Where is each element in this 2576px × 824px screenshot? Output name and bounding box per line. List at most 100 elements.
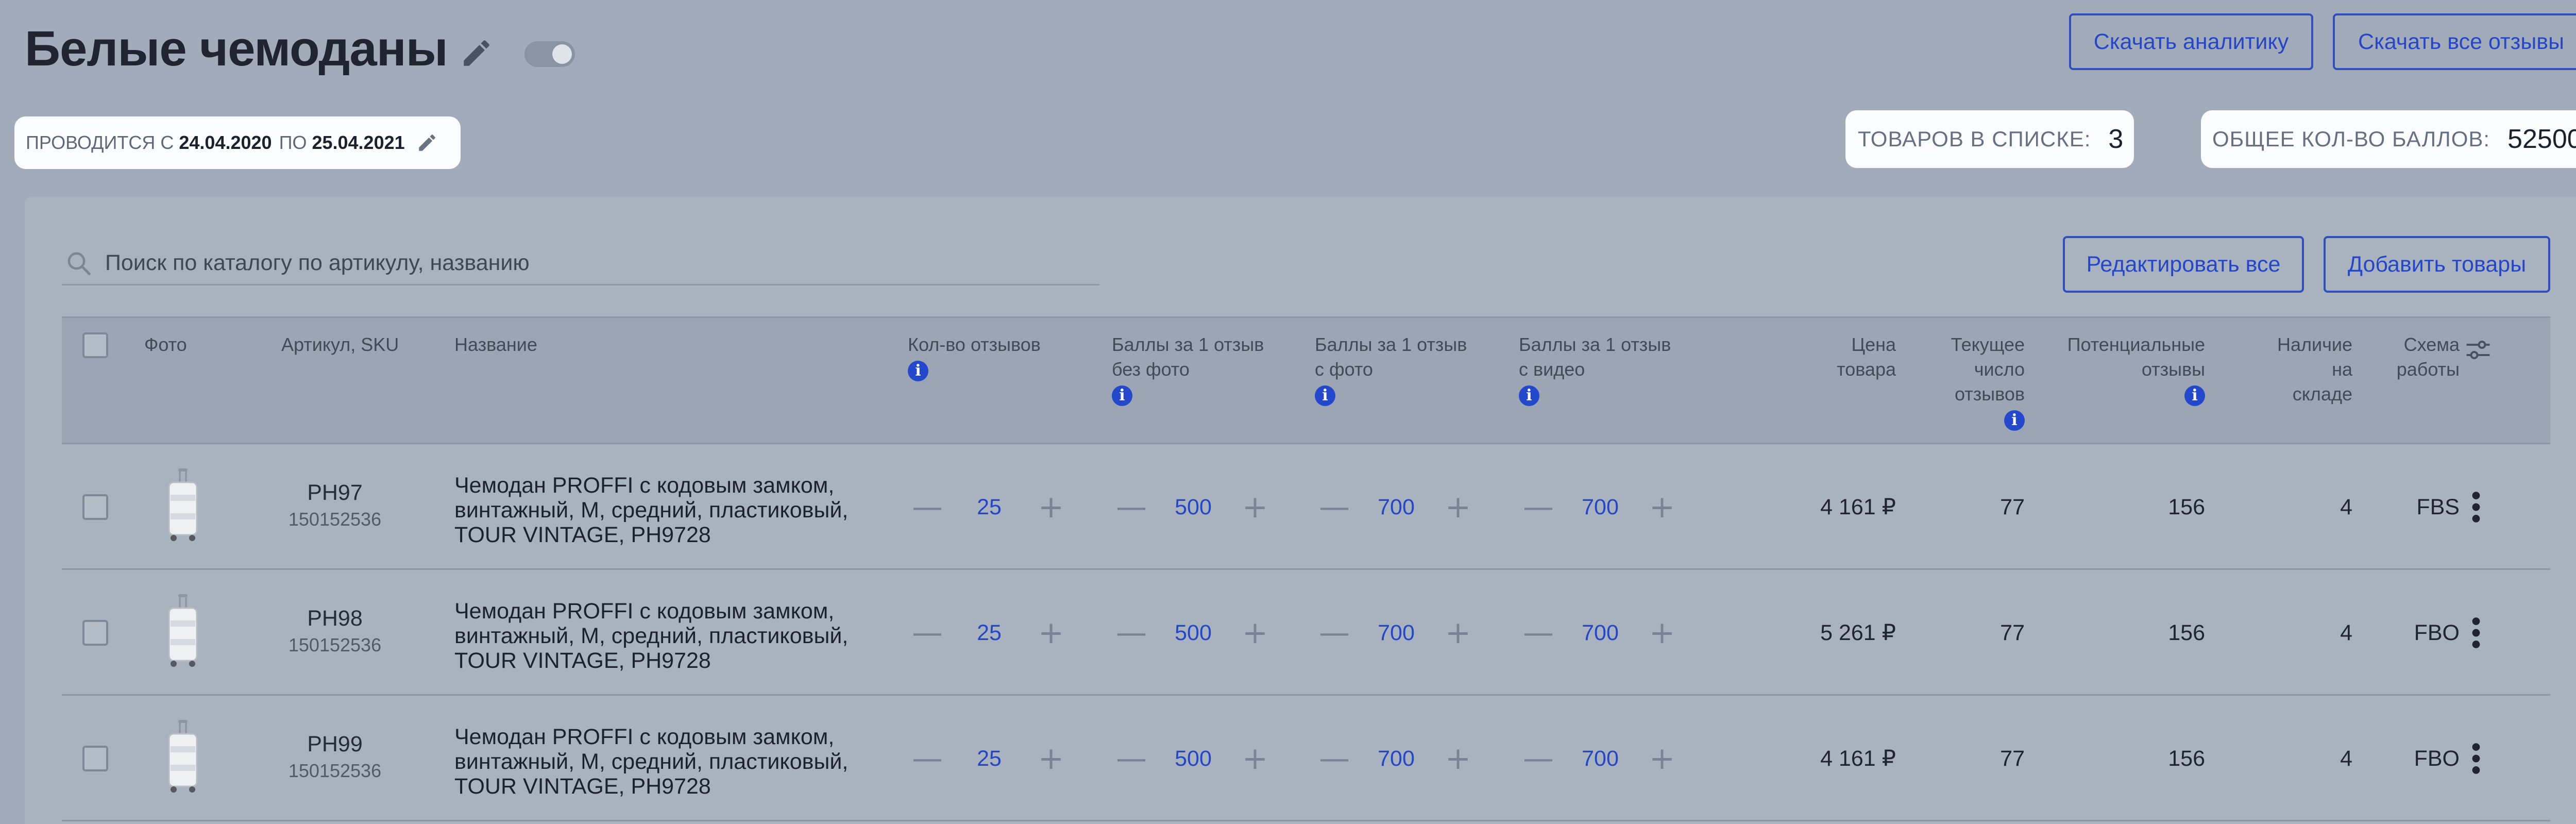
plus-icon[interactable]: + xyxy=(1641,489,1683,525)
product-name: Чемодан PROFFI с кодовым замком, винтажн… xyxy=(454,725,849,799)
reviews-stepper[interactable]: — 25 + xyxy=(907,570,1072,696)
minus-icon[interactable]: — xyxy=(1111,489,1152,525)
points-nophoto-value[interactable]: 500 xyxy=(1152,495,1234,520)
points-total-value: 52500 xyxy=(2507,124,2576,154)
reviews-count-value[interactable]: 25 xyxy=(948,620,1030,646)
edit-all-button[interactable]: Редактировать все xyxy=(2063,236,2304,293)
points-video-value[interactable]: 700 xyxy=(1559,495,1641,520)
reviews-stepper[interactable]: — 25 + xyxy=(907,696,1072,821)
plus-icon[interactable]: + xyxy=(1030,489,1072,525)
minus-icon[interactable]: — xyxy=(907,741,948,777)
more-actions-icon[interactable] xyxy=(2471,616,2481,649)
goods-count-badge: ТОВАРОВ В СПИСКЕ: 3 xyxy=(1845,110,2134,168)
minus-icon[interactable]: — xyxy=(907,489,948,525)
suitcase-photo-icon xyxy=(168,468,198,541)
info-icon[interactable]: i xyxy=(2184,385,2205,406)
row-checkbox[interactable] xyxy=(82,494,108,520)
scheme-cell: FBO xyxy=(2414,746,2460,771)
plus-icon[interactable]: + xyxy=(1437,741,1479,777)
minus-icon[interactable]: — xyxy=(907,615,948,651)
points-nophoto-stepper[interactable]: — 500 + xyxy=(1111,444,1276,570)
points-video-stepper[interactable]: — 700 + xyxy=(1518,570,1683,696)
minus-icon[interactable]: — xyxy=(1518,489,1559,525)
col-points-photo: Баллы за 1 отзыв с фото i xyxy=(1315,332,1467,407)
col-potential-line1: Потенциальные xyxy=(2067,334,2205,355)
points-video-value[interactable]: 700 xyxy=(1559,620,1641,646)
minus-icon[interactable]: — xyxy=(1518,615,1559,651)
info-icon[interactable]: i xyxy=(2004,410,2025,431)
sku-number: 150152536 xyxy=(288,634,382,655)
sku-number: 150152536 xyxy=(288,509,382,530)
points-video-value[interactable]: 700 xyxy=(1559,746,1641,771)
plus-icon[interactable]: + xyxy=(1641,615,1683,651)
points-photo-value[interactable]: 700 xyxy=(1355,620,1437,646)
points-nophoto-stepper[interactable]: — 500 + xyxy=(1111,570,1276,696)
minus-icon[interactable]: — xyxy=(1111,741,1152,777)
active-toggle[interactable] xyxy=(524,41,575,67)
points-photo-value[interactable]: 700 xyxy=(1355,746,1437,771)
row-checkbox[interactable] xyxy=(82,746,108,771)
col-scheme-line2: работы xyxy=(2396,359,2460,380)
plus-icon[interactable]: + xyxy=(1234,615,1276,651)
sku-number: 150152536 xyxy=(288,760,382,781)
points-photo-stepper[interactable]: — 700 + xyxy=(1314,696,1479,821)
suitcase-photo-icon xyxy=(168,594,198,667)
points-nophoto-value[interactable]: 500 xyxy=(1152,746,1234,771)
edit-title-pencil-icon[interactable] xyxy=(460,36,494,70)
reviews-count-value[interactable]: 25 xyxy=(948,746,1030,771)
download-reviews-button[interactable]: Скачать все отзывы xyxy=(2333,13,2576,70)
reviews-stepper[interactable]: — 25 + xyxy=(907,444,1072,570)
info-icon[interactable]: i xyxy=(1315,385,1335,406)
catalog-search[interactable] xyxy=(62,242,1099,285)
potential-reviews-cell: 156 xyxy=(2168,620,2205,645)
reviews-count-value[interactable]: 25 xyxy=(948,495,1030,520)
info-icon[interactable]: i xyxy=(1112,385,1132,406)
potential-reviews-cell: 156 xyxy=(2168,746,2205,771)
plus-icon[interactable]: + xyxy=(1437,489,1479,525)
sku-cell: PH98 150152536 xyxy=(268,606,402,656)
row-checkbox[interactable] xyxy=(82,620,108,646)
edit-period-pencil-icon[interactable] xyxy=(416,132,438,154)
col-sku: Артикул, SKU xyxy=(281,334,399,355)
info-icon[interactable]: i xyxy=(908,361,928,381)
col-photo: Фото xyxy=(144,334,187,355)
select-all-checkbox[interactable] xyxy=(82,332,108,358)
period-mid: ПО xyxy=(279,132,307,153)
add-goods-button[interactable]: Добавить товары xyxy=(2324,236,2550,293)
col-points-nophoto: Баллы за 1 отзыв без фото i xyxy=(1112,332,1264,407)
minus-icon[interactable]: — xyxy=(1314,489,1355,525)
plus-icon[interactable]: + xyxy=(1030,741,1072,777)
minus-icon[interactable]: — xyxy=(1314,615,1355,651)
points-nophoto-stepper[interactable]: — 500 + xyxy=(1111,696,1276,821)
plus-icon[interactable]: + xyxy=(1641,741,1683,777)
sku-cell: PH97 150152536 xyxy=(268,480,402,530)
points-nophoto-value[interactable]: 500 xyxy=(1152,620,1234,646)
more-actions-icon[interactable] xyxy=(2471,742,2481,775)
plus-icon[interactable]: + xyxy=(1234,489,1276,525)
minus-icon[interactable]: — xyxy=(1111,615,1152,651)
minus-icon[interactable]: — xyxy=(1518,741,1559,777)
scheme-cell: FBS xyxy=(2416,494,2460,519)
points-total-badge: ОБЩЕЕ КОЛ-ВО БАЛЛОВ: 52500 xyxy=(2201,110,2576,168)
more-actions-icon[interactable] xyxy=(2471,491,2481,524)
points-photo-value[interactable]: 700 xyxy=(1355,495,1437,520)
col-points-nophoto-line1: Баллы за 1 отзыв xyxy=(1112,334,1264,355)
article: PH98 xyxy=(307,606,363,631)
plus-icon[interactable]: + xyxy=(1437,615,1479,651)
product-name: Чемодан PROFFI с кодовым замком, винтажн… xyxy=(454,599,849,673)
table-header: Фото Артикул, SKU Название Кол-во отзыво… xyxy=(62,316,2550,444)
col-points-photo-line2: с фото xyxy=(1315,359,1373,380)
info-icon[interactable]: i xyxy=(1519,385,1539,406)
minus-icon[interactable]: — xyxy=(1314,741,1355,777)
points-video-stepper[interactable]: — 700 + xyxy=(1518,696,1683,821)
points-video-stepper[interactable]: — 700 + xyxy=(1518,444,1683,570)
plus-icon[interactable]: + xyxy=(1030,615,1072,651)
product-name: Чемодан PROFFI с кодовым замком, винтажн… xyxy=(454,473,849,547)
column-settings-icon[interactable] xyxy=(2463,334,2494,365)
search-input[interactable] xyxy=(105,250,1084,276)
sku-cell: PH99 150152536 xyxy=(268,732,402,782)
download-analytics-button[interactable]: Скачать аналитику xyxy=(2069,13,2313,70)
points-photo-stepper[interactable]: — 700 + xyxy=(1314,570,1479,696)
plus-icon[interactable]: + xyxy=(1234,741,1276,777)
points-photo-stepper[interactable]: — 700 + xyxy=(1314,444,1479,570)
